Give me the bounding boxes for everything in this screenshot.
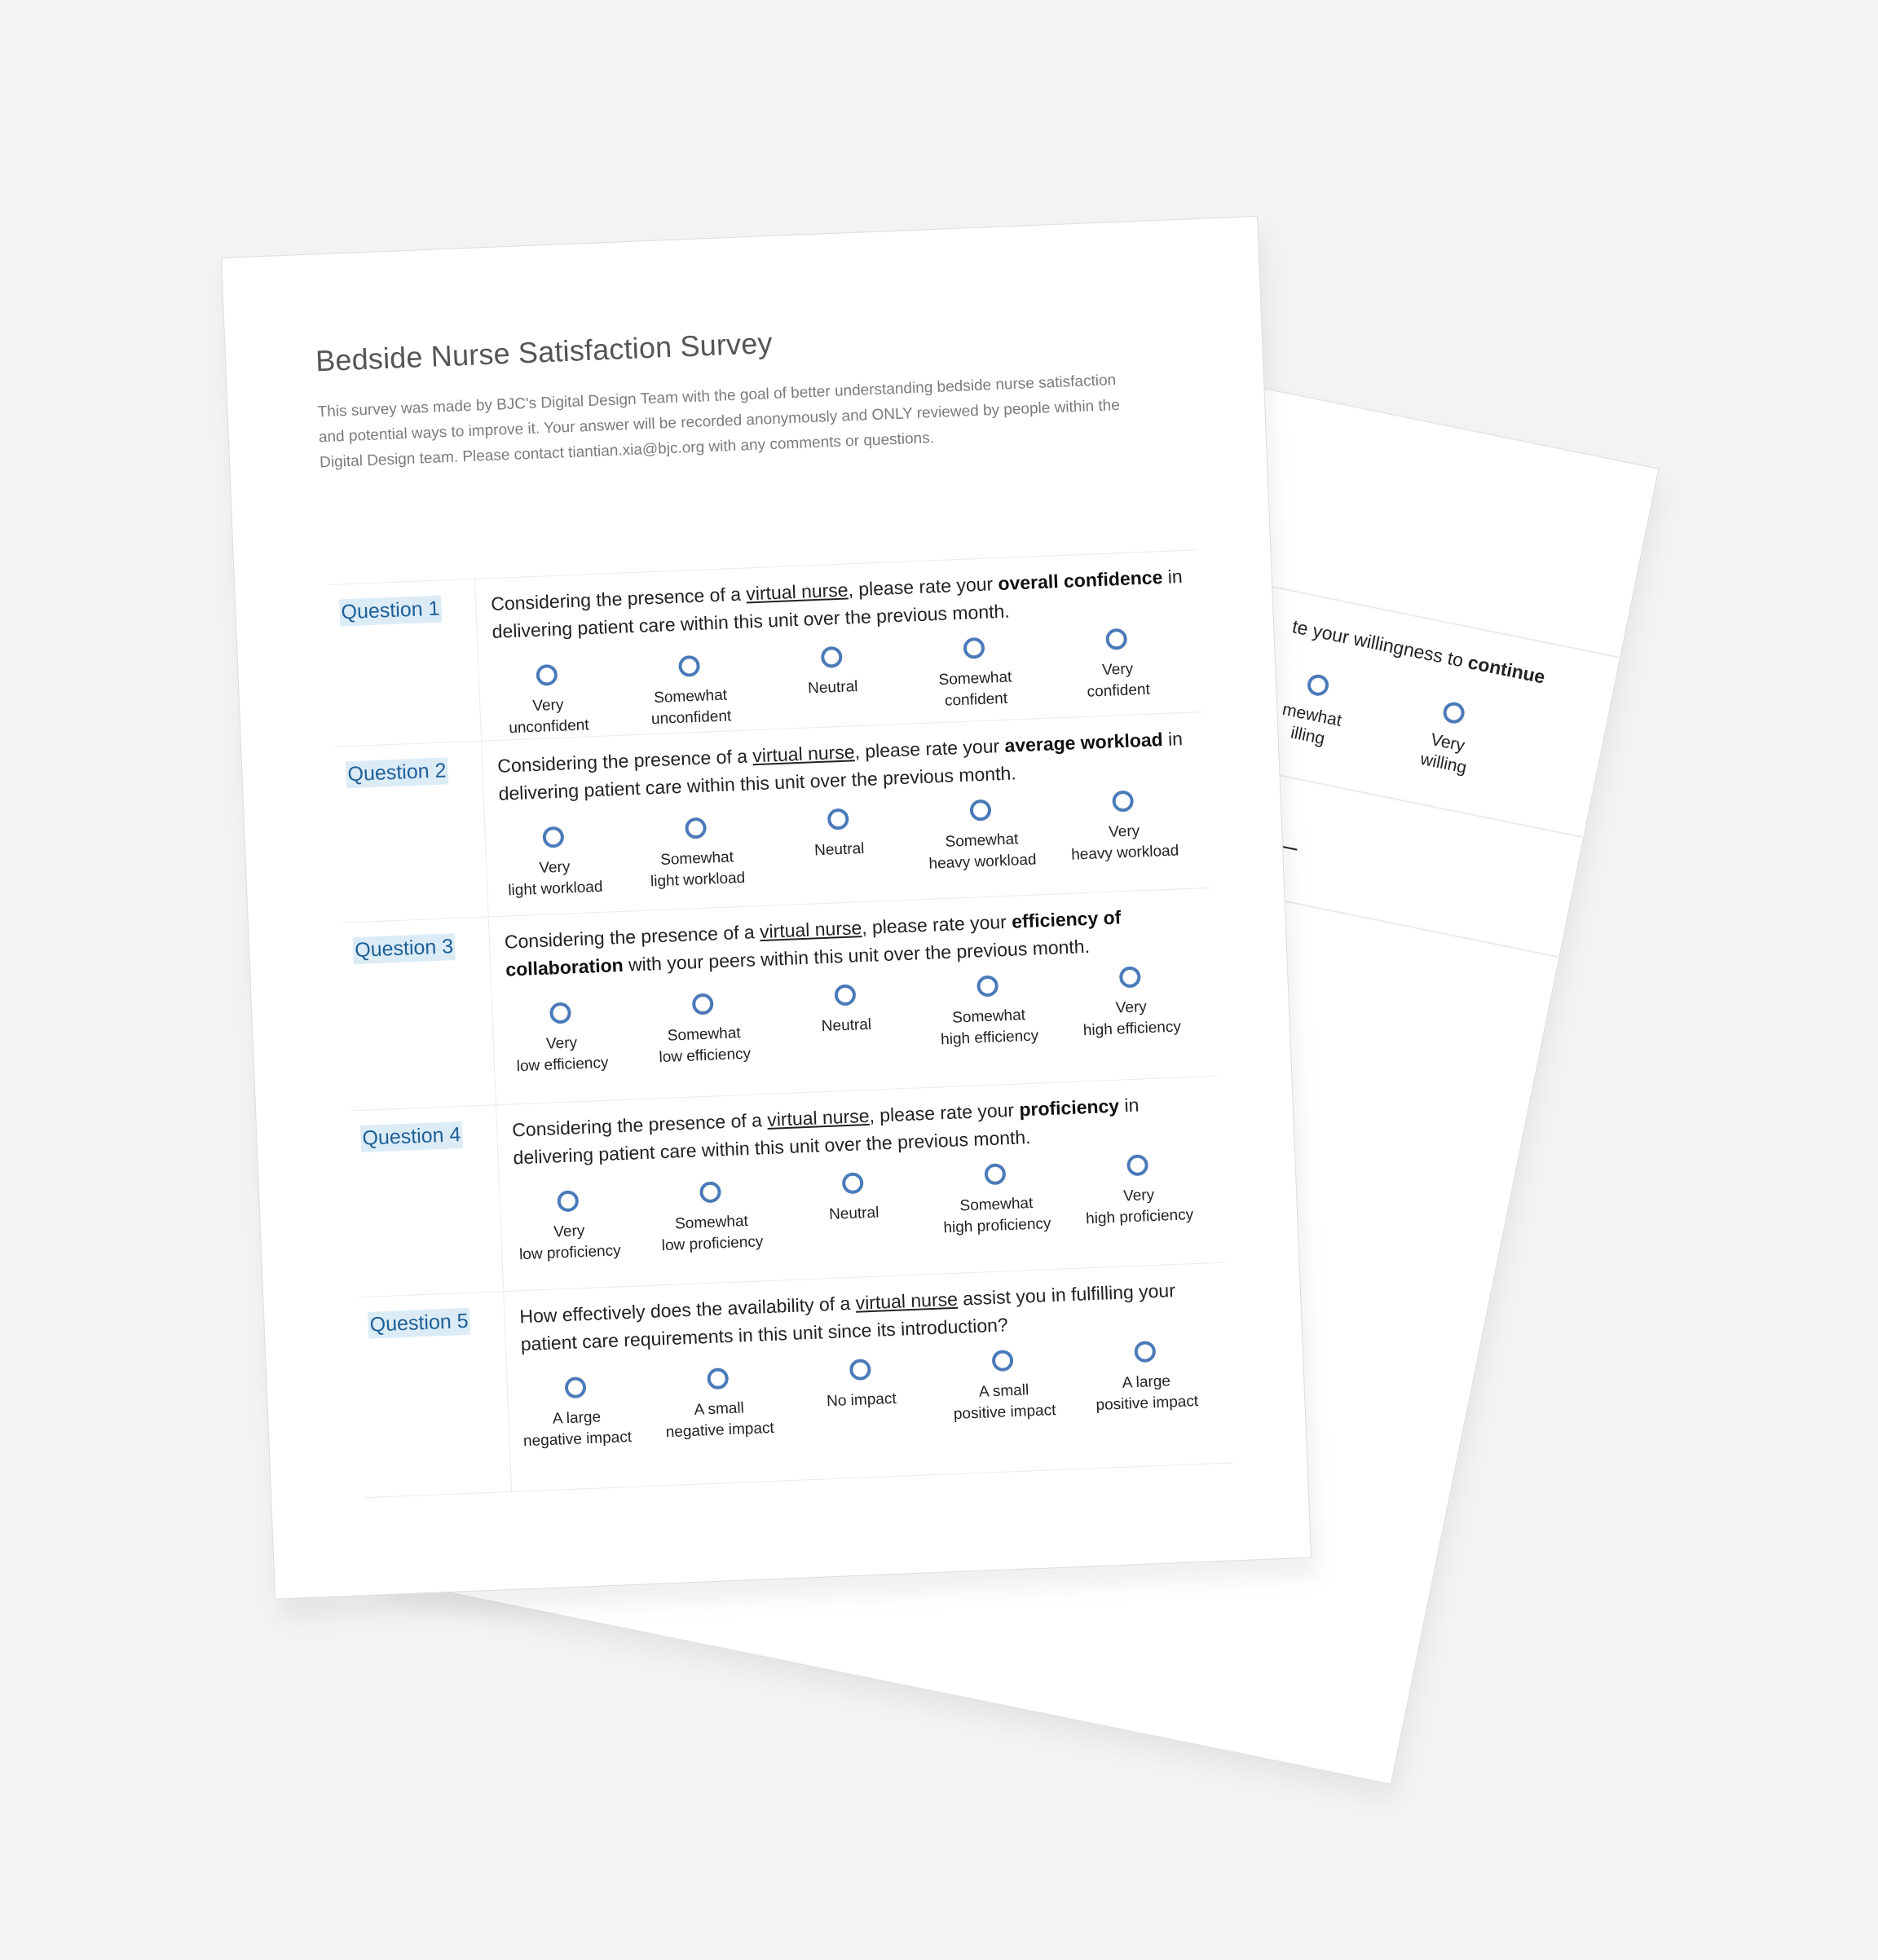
question-row: Question 2 Considering the presence of a… [335, 711, 1210, 923]
option[interactable]: Somewhat high proficiency [925, 1161, 1066, 1240]
radio-button[interactable] [969, 799, 992, 821]
radio-button[interactable] [707, 1368, 730, 1390]
radio-button[interactable] [691, 993, 714, 1015]
option[interactable]: Somewhat low proficiency [641, 1178, 782, 1257]
radio-button[interactable] [685, 817, 708, 839]
option[interactable]: Very confident [1047, 626, 1188, 705]
radio-button[interactable] [549, 1002, 572, 1024]
option[interactable]: Neutral [762, 644, 902, 702]
option[interactable]: Neutral [775, 982, 915, 1040]
question-label: Question 4 [359, 1121, 464, 1152]
radio-button[interactable] [1305, 672, 1331, 698]
radio-button[interactable] [542, 826, 565, 848]
virtual-nurse-term: virtual nurse [759, 917, 862, 943]
virtual-nurse-term: virtual nurse [745, 579, 849, 605]
option[interactable]: Neutral [769, 806, 909, 864]
radio-button[interactable] [536, 663, 558, 686]
radio-button[interactable] [1126, 1154, 1149, 1177]
option[interactable]: Somewhat low efficiency [633, 991, 774, 1070]
radio-button[interactable] [963, 636, 985, 659]
virtual-nurse-term: virtual nurse [855, 1288, 959, 1314]
option[interactable]: Very heavy workload [1053, 788, 1194, 867]
radio-button[interactable] [699, 1181, 722, 1204]
option[interactable]: Very high proficiency [1068, 1152, 1209, 1231]
radio-button[interactable] [991, 1350, 1014, 1372]
option[interactable]: A small negative impact [648, 1365, 789, 1444]
virtual-nurse-term: virtual nurse [766, 1104, 870, 1130]
survey-title: Bedside Nurse Satisfaction Survey [315, 325, 774, 378]
radio-button[interactable] [984, 1163, 1007, 1186]
radio-button[interactable] [834, 984, 857, 1006]
question-row: Question 4 Considering the presence of a… [350, 1075, 1225, 1297]
option[interactable]: Very low proficiency [498, 1187, 639, 1266]
radio-button[interactable] [557, 1190, 580, 1213]
front-survey-page: Bedside Nurse Satisfaction Survey This s… [221, 215, 1312, 1600]
radio-button[interactable] [564, 1376, 587, 1399]
radio-button[interactable] [1112, 790, 1135, 813]
question-row: Question 5 How effectively does the avai… [357, 1262, 1233, 1499]
radio-button[interactable] [1105, 628, 1128, 650]
radio-button[interactable] [1118, 966, 1141, 989]
option[interactable]: Somewhat light workload [626, 815, 767, 894]
radio-button[interactable] [1441, 700, 1466, 725]
radio-button[interactable] [827, 808, 849, 830]
radio-button[interactable] [1134, 1341, 1157, 1363]
option-very-willing[interactable]: Very willing [1382, 690, 1516, 786]
questions-table: Question 1 Considering the presence of a… [328, 549, 1233, 1499]
radio-button[interactable] [849, 1359, 871, 1381]
option[interactable]: Very unconfident [477, 662, 618, 741]
radio-button[interactable] [820, 645, 843, 668]
question-label: Question 2 [345, 757, 449, 789]
radio-button[interactable] [976, 975, 999, 998]
survey-description: This survey was made by BJC's Digital De… [317, 372, 1121, 472]
option[interactable]: Somewhat confident [905, 635, 1046, 714]
option[interactable]: A large negative impact [506, 1374, 647, 1453]
option[interactable]: No impact [791, 1356, 931, 1414]
question-label: Question 1 [338, 595, 443, 627]
option[interactable]: Neutral [783, 1169, 924, 1227]
answer-options: A large negative impact A small negative… [522, 1336, 1232, 1470]
radio-button[interactable] [841, 1172, 864, 1195]
option[interactable]: Very high efficiency [1060, 964, 1201, 1043]
option[interactable]: Somewhat high efficiency [918, 973, 1059, 1052]
option[interactable]: A small positive impact [933, 1347, 1074, 1426]
answer-options: Very low efficiency Somewhat low efficie… [506, 962, 1217, 1096]
answer-options: Very low proficiency Somewhat low profic… [514, 1150, 1225, 1284]
question-label: Question 5 [368, 1307, 471, 1339]
option[interactable]: Somewhat unconfident [619, 653, 760, 732]
question-row: Question 3 Considering the presence of a… [342, 887, 1218, 1111]
option[interactable]: Somewhat heavy workload [911, 797, 1052, 876]
question-label: Question 3 [352, 933, 456, 965]
virtual-nurse-term: virtual nurse [752, 741, 856, 767]
option[interactable]: Very light workload [483, 824, 624, 903]
radio-button[interactable] [678, 654, 701, 677]
option[interactable]: Very low efficiency [491, 1000, 632, 1079]
option[interactable]: A large positive impact [1075, 1338, 1216, 1417]
